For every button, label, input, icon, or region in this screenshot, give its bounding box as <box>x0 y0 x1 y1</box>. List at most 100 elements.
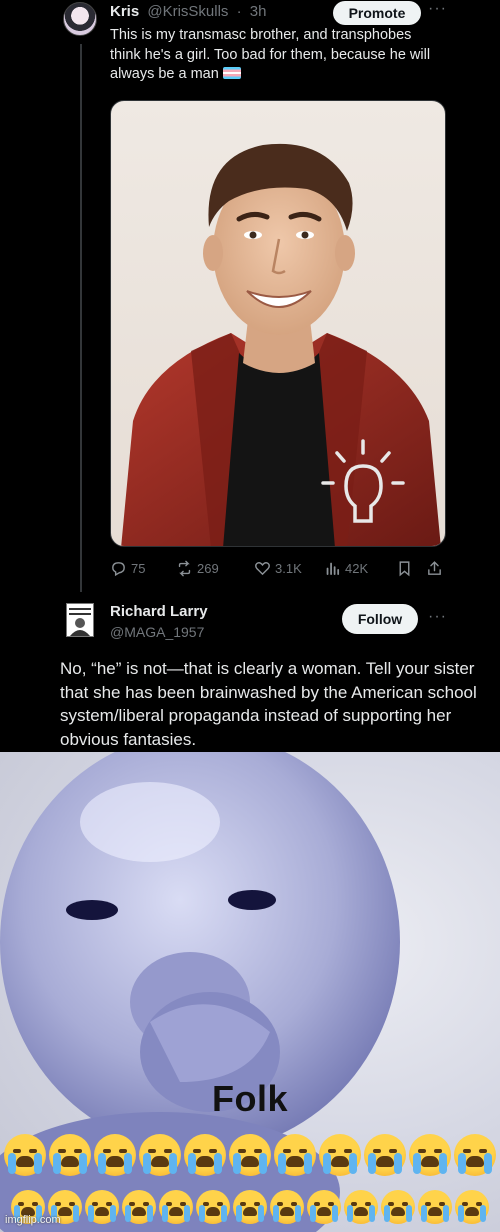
emoji-tear <box>188 1153 196 1174</box>
emoji-tear <box>143 1153 151 1174</box>
emoji-eye <box>418 1149 426 1153</box>
thread-line <box>80 44 82 592</box>
share-button[interactable] <box>426 560 443 577</box>
imgflip-watermark: imgflip.com <box>5 1214 61 1226</box>
emoji-eye <box>238 1149 246 1153</box>
emoji-tear <box>125 1205 131 1222</box>
emoji-tear <box>480 1205 486 1222</box>
loudly-crying-face-icon <box>85 1190 119 1224</box>
bookmark-button[interactable] <box>396 560 413 577</box>
tweet2-author-handle[interactable]: @MAGA_1957 <box>110 624 204 640</box>
tweet1-header: Kris @KrisSkulls · 3h <box>110 3 266 20</box>
tweet1-action-bar: 75 269 3.1K 42K <box>110 560 446 580</box>
repost-button[interactable]: 269 <box>176 560 219 577</box>
emoji-mouth <box>280 1207 294 1216</box>
portrait-photo <box>121 143 441 546</box>
emoji-mouth <box>376 1156 394 1167</box>
heart-icon <box>255 562 270 576</box>
emoji-tear <box>73 1205 79 1222</box>
emoji-tear <box>169 1153 177 1174</box>
views-button[interactable]: 42K <box>324 560 368 577</box>
tweet2-text: No, “he” is not—that is clearly a woman.… <box>60 659 477 749</box>
loudly-crying-face-icon <box>233 1190 267 1224</box>
emoji-mouth <box>132 1207 146 1216</box>
emoji-eye <box>58 1149 66 1153</box>
like-count: 3.1K <box>275 561 302 576</box>
loudly-crying-face-icon <box>344 1190 378 1224</box>
emoji-mouth <box>16 1156 34 1167</box>
crying-baby-meme: Folk imgflip.com <box>0 752 500 1232</box>
tweet2-more-button[interactable]: ··· <box>428 608 447 626</box>
crying-emoji-row-1 <box>0 1134 500 1176</box>
loudly-crying-face-icon <box>364 1134 406 1176</box>
emoji-tear <box>443 1205 449 1222</box>
emoji-tear <box>347 1205 353 1222</box>
emoji-mouth <box>61 1156 79 1167</box>
emoji-mouth <box>421 1156 439 1167</box>
repost-icon <box>178 560 191 577</box>
emoji-tear <box>53 1153 61 1174</box>
emoji-mouth <box>391 1207 405 1216</box>
loudly-crying-face-icon <box>455 1190 489 1224</box>
emoji-tear <box>394 1153 402 1174</box>
emoji-mouth <box>428 1207 442 1216</box>
emoji-tear <box>406 1205 412 1222</box>
emoji-eye <box>328 1149 336 1153</box>
like-button[interactable]: 3.1K <box>254 560 302 577</box>
promote-button[interactable]: Promote <box>333 1 421 25</box>
loudly-crying-face-icon <box>159 1190 193 1224</box>
tweet1-author-handle[interactable]: @KrisSkulls <box>147 3 228 20</box>
follow-button[interactable]: Follow <box>342 604 418 634</box>
emoji-eye <box>13 1149 21 1153</box>
kris-avatar[interactable] <box>63 2 97 36</box>
emoji-eye <box>103 1149 111 1153</box>
loudly-crying-face-icon <box>4 1134 46 1176</box>
reply-count: 75 <box>131 561 146 576</box>
emoji-tear <box>79 1153 87 1174</box>
emoji-tear <box>259 1153 267 1174</box>
loudly-crying-face-icon <box>49 1134 91 1176</box>
emoji-tear <box>147 1205 153 1222</box>
reply-button[interactable]: 75 <box>110 560 145 577</box>
emoji-tear <box>310 1205 316 1222</box>
tweet2-author-name[interactable]: Richard Larry <box>110 603 208 620</box>
emoji-tear <box>88 1205 94 1222</box>
crying-emoji-row-2 <box>0 1190 500 1224</box>
emoji-tear <box>34 1153 42 1174</box>
tweet1-more-button[interactable]: ··· <box>428 0 447 18</box>
loudly-crying-face-icon <box>274 1134 316 1176</box>
emoji-tear <box>439 1153 447 1174</box>
emoji-mouth <box>169 1207 183 1216</box>
emoji-tear <box>221 1205 227 1222</box>
emoji-tear <box>323 1153 331 1174</box>
loudly-crying-face-icon <box>122 1190 156 1224</box>
emoji-tear <box>304 1153 312 1174</box>
emoji-eye <box>283 1149 291 1153</box>
emoji-mouth <box>95 1207 109 1216</box>
tweet1-photo[interactable] <box>110 100 446 547</box>
emoji-mouth <box>331 1156 349 1167</box>
emoji-tear <box>278 1153 286 1174</box>
loudly-crying-face-icon <box>94 1134 136 1176</box>
emoji-mouth <box>206 1207 220 1216</box>
tweet1-text-body: This is my transmasc brother, and transp… <box>110 27 431 82</box>
loudly-crying-face-icon <box>196 1190 230 1224</box>
tweet1-time[interactable]: 3h <box>250 3 267 20</box>
repost-count: 269 <box>197 561 219 576</box>
emoji-mouth <box>466 1156 484 1167</box>
avatar-portrait-icon <box>70 618 90 636</box>
emoji-eye <box>193 1149 201 1153</box>
tweet1-text: This is my transmasc brother, and transp… <box>110 26 440 85</box>
emoji-mouth <box>151 1156 169 1167</box>
tweet-screenshot: Kris @KrisSkulls · 3h Promote ··· This i… <box>0 0 500 752</box>
richard-larry-avatar[interactable] <box>66 603 94 637</box>
tweet1-author-name[interactable]: Kris <box>110 3 139 20</box>
emoji-tear <box>236 1205 242 1222</box>
emoji-eye <box>148 1149 156 1153</box>
view-count: 42K <box>345 561 369 576</box>
tweet1-separator: · <box>236 3 242 20</box>
emoji-eye <box>463 1149 471 1153</box>
avatar-stripe <box>69 613 91 615</box>
emoji-mouth <box>465 1207 479 1216</box>
emoji-mouth <box>243 1207 257 1216</box>
